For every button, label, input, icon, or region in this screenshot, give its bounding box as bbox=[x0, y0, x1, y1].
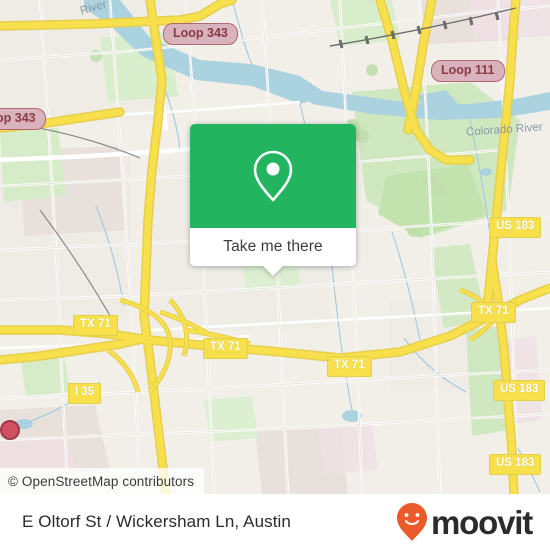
road-shield-loop-343: Loop 343 bbox=[163, 23, 238, 45]
map-attribution[interactable]: © OpenStreetMap contributors bbox=[0, 468, 205, 494]
map-pin-icon bbox=[253, 150, 293, 202]
take-me-there-label: Take me there bbox=[223, 238, 323, 255]
footer-bar: E Oltorf St / Wickersham Ln, Austin moov… bbox=[0, 494, 550, 550]
road-shield-i-35: I 35 bbox=[68, 383, 102, 404]
card-header bbox=[190, 124, 356, 228]
road-shield-us-183: US 183 bbox=[489, 217, 542, 238]
road-shield-tx-71-right: TX 71 bbox=[471, 302, 516, 323]
road-shield-tx-71-mid: TX 71 bbox=[203, 338, 248, 359]
moovit-logo[interactable]: moovit bbox=[395, 502, 533, 542]
location-info-card[interactable]: Take me there bbox=[190, 124, 356, 276]
moovit-wordmark: moovit bbox=[431, 503, 533, 541]
map-canvas[interactable]: Loop 343 Loop 111 op 343 US 183 TX 71 TX… bbox=[0, 0, 550, 494]
attribution-text: © OpenStreetMap contributors bbox=[8, 473, 195, 489]
road-shield-us-183-lower: US 183 bbox=[493, 380, 546, 401]
road-shield-tx-71-mid-2: TX 71 bbox=[327, 356, 372, 377]
moovit-pin-icon bbox=[397, 503, 428, 541]
road-shield-loop-343-left: op 343 bbox=[0, 108, 46, 130]
location-title: E Oltorf St / Wickersham Ln, Austin bbox=[22, 512, 291, 531]
road-shield-loop-111: Loop 111 bbox=[431, 60, 505, 82]
card-action-row[interactable]: Take me there bbox=[190, 228, 356, 266]
card-pointer bbox=[262, 265, 284, 276]
road-shield-tx-71-left: TX 71 bbox=[73, 315, 118, 336]
map-screenshot: Loop 343 Loop 111 op 343 US 183 TX 71 TX… bbox=[0, 0, 550, 550]
road-shield-us-183-bottom: US 183 bbox=[489, 454, 542, 475]
